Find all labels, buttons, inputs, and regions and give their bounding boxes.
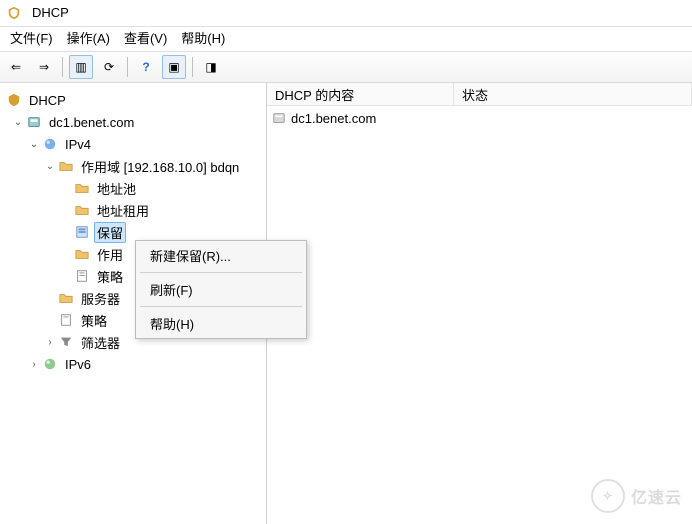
watermark: ✧ 亿速云 <box>572 478 682 514</box>
tree-pool[interactable]: 地址池 <box>6 177 266 199</box>
toolbar-separator <box>127 57 128 77</box>
client-area: DHCP ⌄ dc1.benet.com ⌄ IPv4 ⌄ 作用域 [192.1… <box>0 83 692 524</box>
tree-label: IPv4 <box>62 136 94 153</box>
menu-action[interactable]: 操作(A) <box>67 27 110 51</box>
menu-file[interactable]: 文件(F) <box>10 27 53 51</box>
list-body: dc1.benet.com <box>267 106 692 130</box>
reservation-icon <box>74 224 90 240</box>
tree-label: 作用域 [192.168.10.0] bdqn <box>78 156 242 177</box>
ipv6-icon <box>42 356 58 372</box>
tree-label: IPv6 <box>62 356 94 373</box>
menu-help[interactable]: 帮助(H) <box>181 27 225 51</box>
window-title: DHCP <box>32 0 69 26</box>
tree-scope[interactable]: ⌄ 作用域 [192.168.10.0] bdqn <box>6 155 266 177</box>
tree-label: 保留 <box>94 222 126 243</box>
server-button[interactable]: ◨ <box>199 55 223 79</box>
collapse-icon[interactable]: ⌄ <box>12 116 24 128</box>
folder-icon <box>74 246 90 262</box>
watermark-text: 亿速云 <box>631 484 682 508</box>
folder-icon <box>58 290 74 306</box>
tree-label: 策略 <box>78 310 110 331</box>
list-item-name: dc1.benet.com <box>291 111 376 126</box>
expand-icon[interactable]: › <box>28 358 40 370</box>
panes-button[interactable]: ▥ <box>69 55 93 79</box>
ctx-refresh[interactable]: 刷新(F) <box>136 275 306 304</box>
menubar: 文件(F) 操作(A) 查看(V) 帮助(H) <box>0 27 692 52</box>
toolbar: ⇐ ⇒ ▥ ⟳ ? ▣ ◨ <box>0 52 692 83</box>
menu-view[interactable]: 查看(V) <box>124 27 167 51</box>
dhcp-icon <box>6 5 22 21</box>
ctx-help[interactable]: 帮助(H) <box>136 309 306 338</box>
tree-root-dhcp[interactable]: DHCP <box>6 89 266 111</box>
column-status[interactable]: 状态 <box>454 83 692 105</box>
collapse-icon[interactable]: ⌄ <box>28 138 40 150</box>
console-button[interactable]: ▣ <box>162 55 186 79</box>
refresh-button[interactable]: ⟳ <box>97 55 121 79</box>
dhcp-icon <box>6 92 22 108</box>
tree-label: 策略 <box>94 266 126 287</box>
policy-icon <box>58 312 74 328</box>
tree-ipv6[interactable]: › IPv6 <box>6 353 266 375</box>
tree-label: 服务器 <box>78 288 123 309</box>
list-header: DHCP 的内容 状态 <box>267 83 692 106</box>
list-pane: DHCP 的内容 状态 dc1.benet.com <box>267 83 692 524</box>
folder-icon <box>74 202 90 218</box>
tree-label: DHCP <box>26 92 69 109</box>
expand-icon[interactable]: › <box>44 336 56 348</box>
toolbar-separator <box>62 57 63 77</box>
arrow-left-icon: ⇐ <box>11 60 21 74</box>
panes-icon: ▥ <box>75 60 86 74</box>
tree-label: 作用 <box>94 244 126 265</box>
server-icon <box>271 110 287 126</box>
toolbar-separator <box>192 57 193 77</box>
folder-icon <box>74 180 90 196</box>
context-menu: 新建保留(R)... 刷新(F) 帮助(H) <box>135 240 307 339</box>
refresh-icon: ⟳ <box>104 60 114 74</box>
server-icon <box>26 114 42 130</box>
filter-icon <box>58 334 74 350</box>
server-icon: ◨ <box>205 60 216 74</box>
back-button[interactable]: ⇐ <box>4 55 28 79</box>
arrow-right-icon: ⇒ <box>39 60 49 74</box>
titlebar: DHCP <box>0 0 692 27</box>
forward-button[interactable]: ⇒ <box>32 55 56 79</box>
help-icon: ? <box>142 60 149 74</box>
tree-label: 地址租用 <box>94 200 152 221</box>
console-icon: ▣ <box>168 60 179 74</box>
tree-server[interactable]: ⌄ dc1.benet.com <box>6 111 266 133</box>
help-button[interactable]: ? <box>134 55 158 79</box>
watermark-icon: ✧ <box>591 479 625 513</box>
column-name[interactable]: DHCP 的内容 <box>267 83 454 105</box>
ipv4-icon <box>42 136 58 152</box>
collapse-icon[interactable]: ⌄ <box>44 160 56 172</box>
tree-lease[interactable]: 地址租用 <box>6 199 266 221</box>
tree-label: 地址池 <box>94 178 139 199</box>
folder-icon <box>58 158 74 174</box>
policy-icon <box>74 268 90 284</box>
menu-separator <box>140 272 302 273</box>
ctx-new-reservation[interactable]: 新建保留(R)... <box>136 241 306 270</box>
tree-label: dc1.benet.com <box>46 114 137 131</box>
tree-label: 筛选器 <box>78 332 123 353</box>
list-item[interactable]: dc1.benet.com <box>271 108 688 128</box>
menu-separator <box>140 306 302 307</box>
tree-ipv4[interactable]: ⌄ IPv4 <box>6 133 266 155</box>
